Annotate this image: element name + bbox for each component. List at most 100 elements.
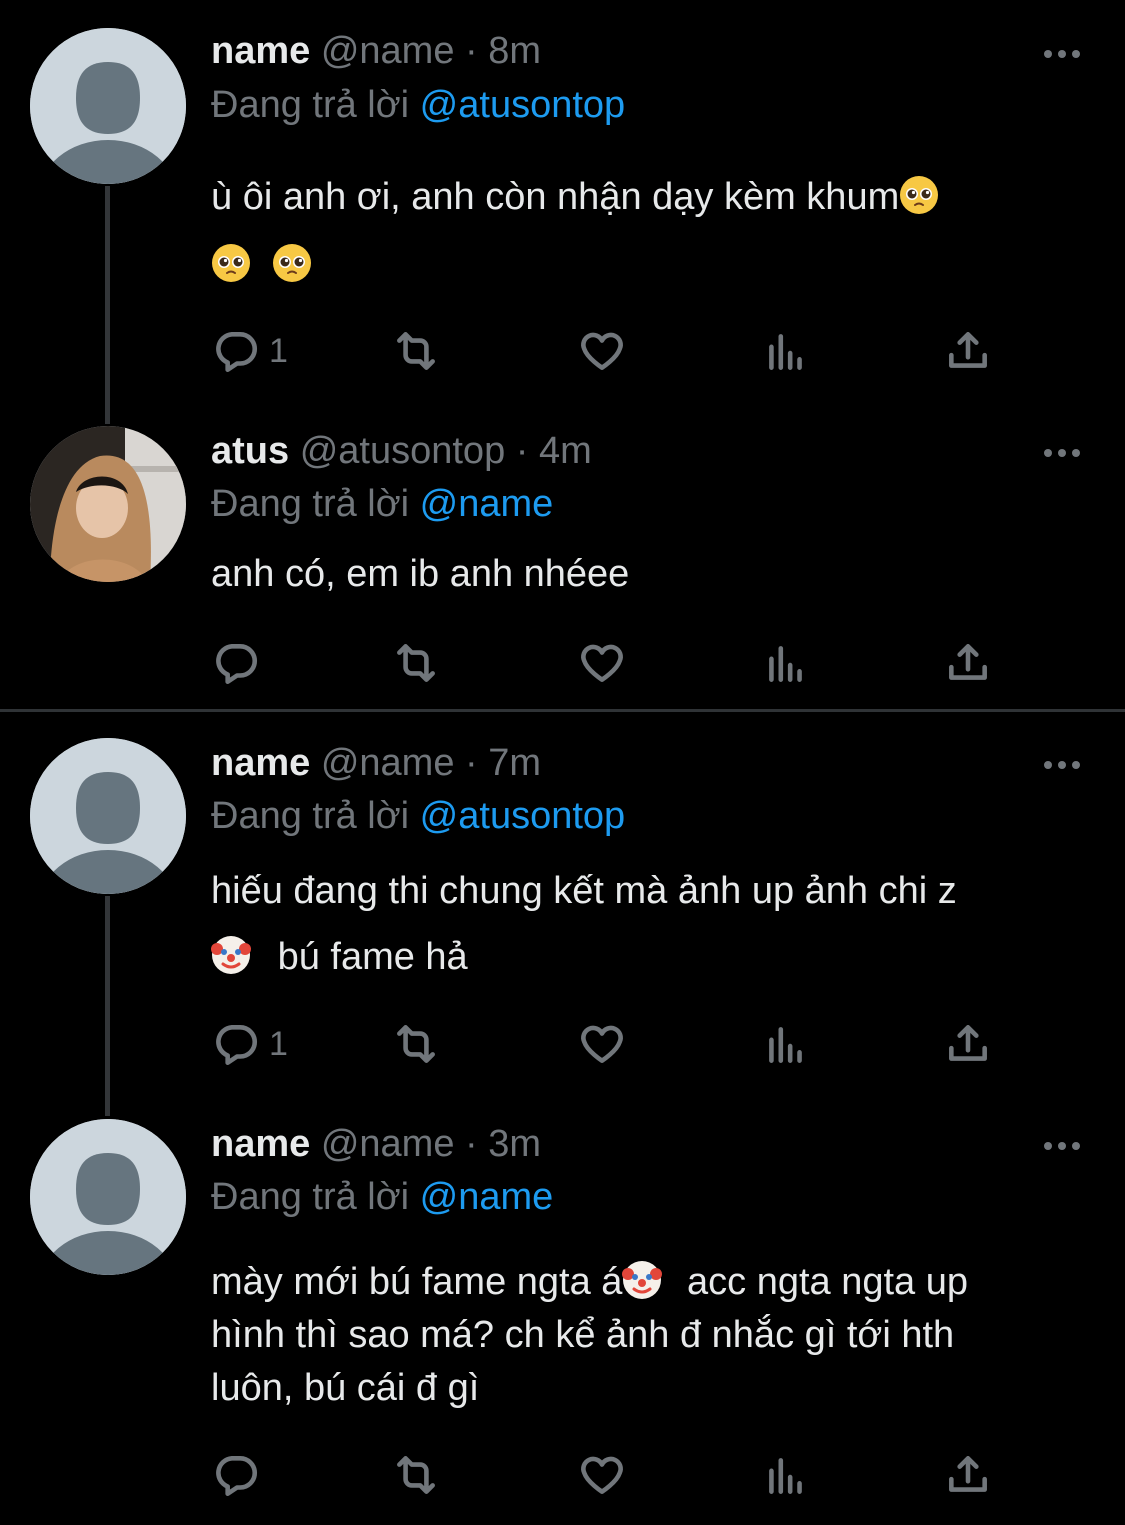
like-button[interactable] xyxy=(577,323,627,379)
tweet-3[interactable]: name @name · 7m Đang trả lời @atusontop … xyxy=(0,712,1125,1116)
reply-icon xyxy=(216,1025,257,1066)
reply-icon xyxy=(216,644,257,685)
heart-icon xyxy=(581,1025,623,1063)
views-button[interactable] xyxy=(761,1447,811,1503)
analytics-icon xyxy=(769,1027,802,1063)
share-button[interactable] xyxy=(943,1016,993,1072)
tweet-header: name @name · 3m xyxy=(211,1123,541,1166)
user-handle[interactable]: @name xyxy=(321,742,455,784)
timestamp[interactable]: 7m xyxy=(488,742,541,784)
tweet-text: mày mới bú fame ngta á acc ngta ngta up … xyxy=(211,1256,1091,1415)
retweet-icon xyxy=(397,644,435,682)
share-button[interactable] xyxy=(943,1447,993,1503)
pleading-face-emoji xyxy=(272,244,311,282)
user-handle[interactable]: @name xyxy=(321,1123,455,1165)
tweet-2[interactable]: atus @atusontop · 4m Đang trả lời @name … xyxy=(0,400,1125,709)
replying-to-label: Đang trả lời xyxy=(211,795,410,837)
tweet-text-line: luôn, bú cái đ gì xyxy=(211,1367,480,1409)
retweet-icon xyxy=(397,1025,435,1063)
replying-to-label: Đang trả lời xyxy=(211,1176,410,1218)
user-handle[interactable]: @atusontop xyxy=(300,430,506,472)
tweet-text-line: mày mới bú fame ngta á xyxy=(211,1261,623,1303)
mention-link[interactable]: @atusontop xyxy=(420,84,626,126)
display-name[interactable]: name xyxy=(211,1123,310,1165)
analytics-icon xyxy=(769,334,802,370)
tweet-text-line: anh có, em ib anh nhéee xyxy=(211,553,630,595)
reply-button[interactable] xyxy=(211,635,261,691)
tweet-text-line: hiếu đang thi chung kết mà ảnh up ảnh ch… xyxy=(211,870,957,912)
tweet-text-line: bú fame hả xyxy=(277,936,468,978)
tweet-4[interactable]: name @name · 3m Đang trả lời @name mày m… xyxy=(0,1093,1125,1525)
display-name[interactable]: name xyxy=(211,30,310,72)
user-photo-avatar-icon xyxy=(30,426,186,582)
clown-face-emoji xyxy=(622,1261,663,1299)
reply-count: 1 xyxy=(269,1024,288,1063)
like-button[interactable] xyxy=(577,1016,627,1072)
retweet-button[interactable] xyxy=(391,1447,441,1503)
views-button[interactable] xyxy=(761,323,811,379)
thread-line xyxy=(105,896,110,1116)
share-icon xyxy=(949,1456,987,1492)
timestamp[interactable]: 8m xyxy=(488,30,541,72)
tweet-actions: 1 xyxy=(211,1016,1011,1072)
display-name[interactable]: atus xyxy=(211,430,289,472)
tweet-actions: 1 xyxy=(211,323,1011,379)
mention-link[interactable]: @atusontop xyxy=(420,795,626,837)
retweet-button[interactable] xyxy=(391,1016,441,1072)
analytics-icon xyxy=(769,646,802,682)
timestamp[interactable]: 3m xyxy=(488,1123,541,1165)
mention-link[interactable]: @name xyxy=(420,1176,554,1218)
share-icon xyxy=(949,1025,987,1061)
retweet-button[interactable] xyxy=(391,323,441,379)
analytics-icon xyxy=(769,1458,802,1494)
reply-button[interactable] xyxy=(211,1447,261,1503)
pleading-face-emoji xyxy=(900,176,939,214)
tweet-actions xyxy=(211,635,1011,691)
replying-to: Đang trả lời @name xyxy=(211,1176,553,1219)
separator-dot: · xyxy=(515,430,529,472)
default-avatar-icon xyxy=(30,28,186,184)
user-handle[interactable]: @name xyxy=(321,30,455,72)
heart-icon xyxy=(581,1456,623,1494)
timestamp[interactable]: 4m xyxy=(539,430,592,472)
default-avatar-icon xyxy=(30,1119,186,1275)
share-button[interactable] xyxy=(943,635,993,691)
like-button[interactable] xyxy=(577,635,627,691)
replying-to: Đang trả lời @name xyxy=(211,483,553,526)
tweet-header: atus @atusontop · 4m xyxy=(211,430,592,473)
reply-button[interactable]: 1 xyxy=(211,323,288,379)
reply-button[interactable]: 1 xyxy=(211,1016,288,1072)
reply-count: 1 xyxy=(269,331,288,370)
like-button[interactable] xyxy=(577,1447,627,1503)
separator-dot: · xyxy=(465,742,478,784)
tweet-text-line: acc ngta ngta up xyxy=(687,1261,968,1303)
views-button[interactable] xyxy=(761,635,811,691)
display-name[interactable]: name xyxy=(211,742,310,784)
more-dots-icon[interactable] xyxy=(1043,1140,1081,1152)
retweet-icon xyxy=(397,332,435,370)
share-icon xyxy=(949,332,987,368)
retweet-button[interactable] xyxy=(391,635,441,691)
pleading-face-emoji xyxy=(212,244,250,282)
avatar[interactable] xyxy=(30,738,186,894)
replying-to: Đang trả lời @atusontop xyxy=(211,84,625,127)
tweet-1[interactable]: name @name · 8m Đang trả lời @atusontop … xyxy=(0,0,1125,424)
retweet-icon xyxy=(397,1456,435,1494)
tweet-text: anh có, em ib anh nhéee xyxy=(211,548,1091,601)
mention-link[interactable]: @name xyxy=(420,483,554,525)
more-dots-icon[interactable] xyxy=(1043,48,1081,60)
default-avatar-icon xyxy=(30,738,186,894)
tweet-actions xyxy=(211,1447,1011,1503)
avatar[interactable] xyxy=(30,1119,186,1275)
tweet-text: ù ôi anh ơi, anh còn nhận dạy kèm khum xyxy=(211,163,1091,299)
avatar[interactable] xyxy=(30,426,186,582)
more-dots-icon[interactable] xyxy=(1043,447,1081,459)
avatar[interactable] xyxy=(30,28,186,184)
heart-icon xyxy=(581,644,623,682)
clown-face-emoji xyxy=(211,936,251,974)
tweet-text-line: hình thì sao má? ch kể ảnh đ nhắc gì tới… xyxy=(211,1314,955,1356)
more-dots-icon[interactable] xyxy=(1043,759,1081,771)
views-button[interactable] xyxy=(761,1016,811,1072)
reply-icon xyxy=(216,332,257,373)
share-button[interactable] xyxy=(943,323,993,379)
